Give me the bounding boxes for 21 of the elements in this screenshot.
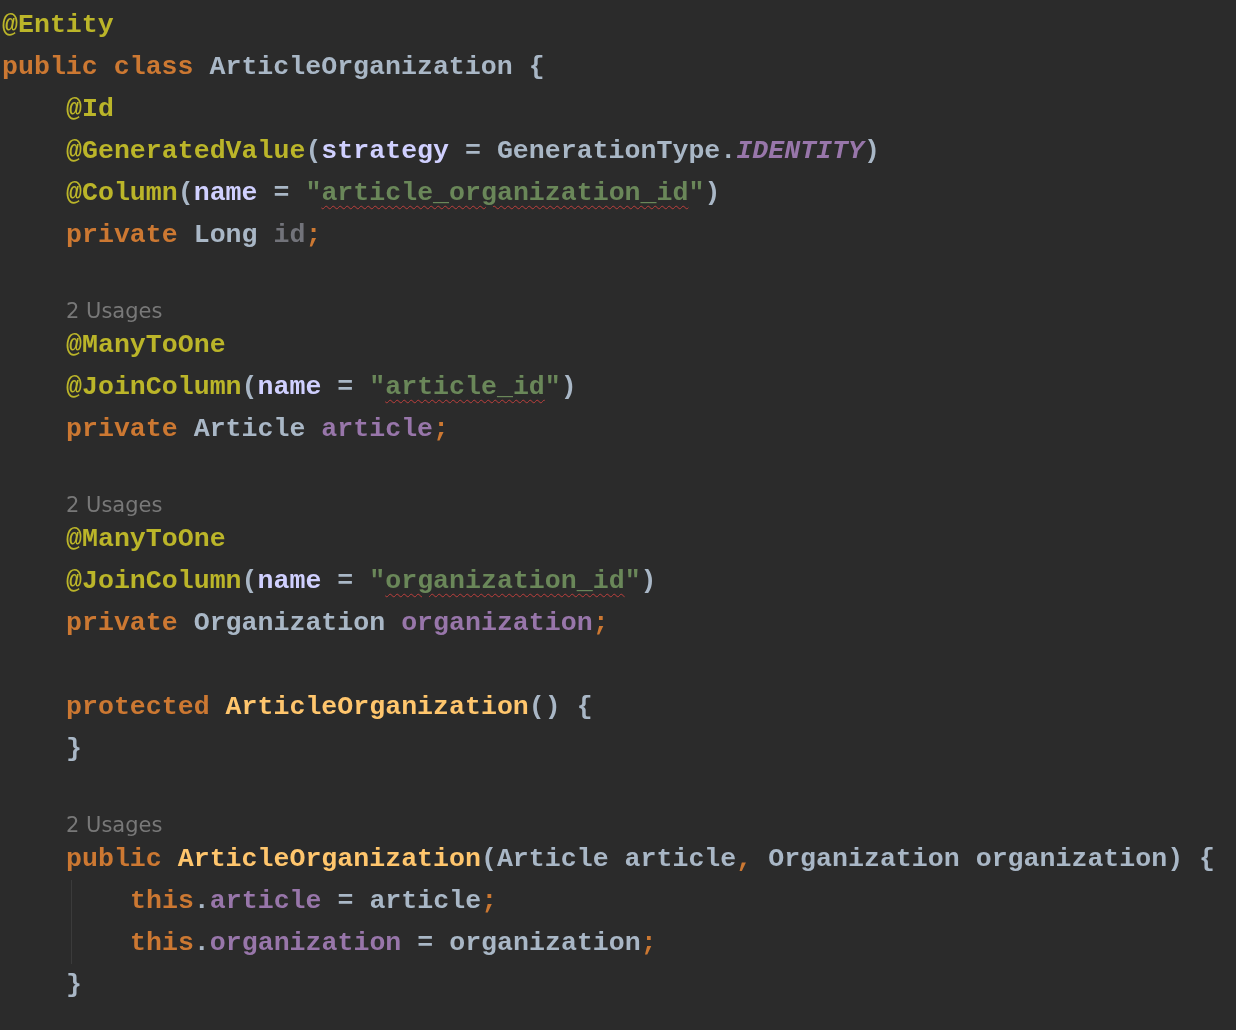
usages-hint[interactable]: 2 Usages (66, 298, 163, 324)
code-line: public ArticleOrganization(Article article, Organization organization) { (66, 843, 1216, 876)
code-line: } (66, 969, 82, 1002)
code-line: @ManyToOne (66, 329, 226, 362)
code-line: private Organization organization; (66, 607, 609, 640)
usages-hint[interactable]: 2 Usages (66, 492, 163, 518)
code-line: @Column(name = "article_organization_id") (66, 177, 721, 210)
code-line: this.organization = organization; (130, 927, 657, 960)
code-line: @GeneratedValue(strategy = GenerationType.IDENTITY) (66, 135, 880, 168)
code-line: @JoinColumn(name = "organization_id") (66, 565, 657, 598)
code-line: @Id (66, 93, 114, 126)
code-line: @ManyToOne (66, 523, 226, 556)
code-line: private Article article; (66, 413, 450, 446)
code-line: public class ArticleOrganization { (2, 51, 545, 84)
usages-hint[interactable]: 2 Usages (66, 812, 163, 838)
code-line: @Entity (2, 9, 114, 42)
code-line: } (66, 733, 82, 766)
code-line: private Long id; (66, 219, 322, 252)
code-line: protected ArticleOrganization() { (66, 691, 593, 724)
code-line: @JoinColumn(name = "article_id") (66, 371, 577, 404)
code-line: this.article = article; (130, 885, 498, 918)
